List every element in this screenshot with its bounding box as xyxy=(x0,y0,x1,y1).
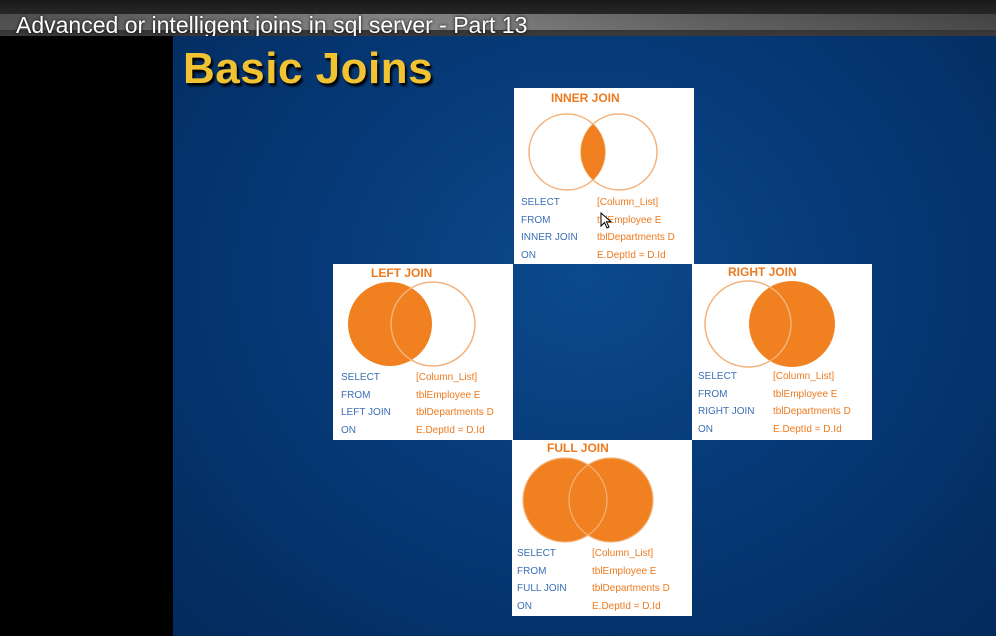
sql-value-table-left: tblEmployee E xyxy=(773,388,838,400)
sql-keyword-from: FROM xyxy=(341,389,371,401)
sql-keyword-select: SELECT xyxy=(698,371,737,382)
sql-value-table-right: tblDepartments D xyxy=(592,583,670,595)
sql-keyword-select: SELECT xyxy=(521,197,560,208)
sql-keyword-join: LEFT JOIN xyxy=(341,407,391,419)
right-join-sql: SELECT [Column_List] FROM tblEmployee E RI… xyxy=(698,368,851,438)
sql-keyword-join: RIGHT JOIN xyxy=(698,406,755,418)
sql-keyword-from: FROM xyxy=(521,214,551,226)
sql-keyword-select: SELECT xyxy=(517,548,556,559)
right-join-card: RIGHT JOIN SELECT [Column_List] FROM tblEm… xyxy=(692,264,872,440)
inner-join-card: INNER JOIN SELECT [Column_List] FROM tblEm… xyxy=(514,88,694,264)
sql-keyword-join: INNER JOIN xyxy=(521,232,578,244)
sql-value-table-left: tblEmployee E xyxy=(592,565,657,577)
sql-value-columns: [Column_List] xyxy=(597,197,659,208)
sql-value-condition: E.DeptId = D.Id xyxy=(592,600,661,612)
sql-value-columns: [Column_List] xyxy=(592,548,654,559)
sql-value-table-right: tblDepartments D xyxy=(416,407,494,419)
left-join-card: LEFT JOIN SELECT [Column_List] FROM tblEmp… xyxy=(333,264,513,440)
left-join-sql: SELECT [Column_List] FROM tblEmployee E LE… xyxy=(341,369,494,439)
venn-left-circle xyxy=(348,282,432,366)
sql-keyword-from: FROM xyxy=(698,388,728,400)
inner-join-sql: SELECT [Column_List] FROM tblEmployee E IN… xyxy=(521,194,675,264)
sql-keyword-from: FROM xyxy=(517,565,547,577)
left-join-venn xyxy=(348,281,476,367)
venn-right-circle xyxy=(749,281,835,367)
full-join-sql: SELECT [Column_List] FROM tblEmployee E FU… xyxy=(517,545,670,615)
full-join-card: FULL JOIN SELECT [Column_List] FROM tblEmp… xyxy=(512,440,692,616)
slide-title: Basic Joins xyxy=(183,44,434,93)
sql-value-condition: E.DeptId = D.Id xyxy=(597,249,666,261)
sql-value-condition: E.DeptId = D.Id xyxy=(773,423,842,435)
sql-keyword-join: FULL JOIN xyxy=(517,583,567,595)
sql-keyword-on: ON xyxy=(698,423,713,435)
sql-keyword-on: ON xyxy=(521,249,536,261)
sql-keyword-on: ON xyxy=(341,424,356,436)
mouse-cursor-icon xyxy=(600,212,613,229)
sql-value-table-left: tblEmployee E xyxy=(416,389,481,401)
sql-value-columns: [Column_List] xyxy=(773,371,835,382)
sql-value-condition: E.DeptId = D.Id xyxy=(416,424,485,436)
sql-value-columns: [Column_List] xyxy=(416,372,478,383)
sql-value-table-right: tblDepartments D xyxy=(773,406,851,418)
sql-keyword-select: SELECT xyxy=(341,372,380,383)
sql-value-table-right: tblDepartments D xyxy=(597,232,675,244)
sql-keyword-on: ON xyxy=(517,600,532,612)
video-title[interactable]: Advanced or intelligent joins in sql ser… xyxy=(16,12,527,39)
